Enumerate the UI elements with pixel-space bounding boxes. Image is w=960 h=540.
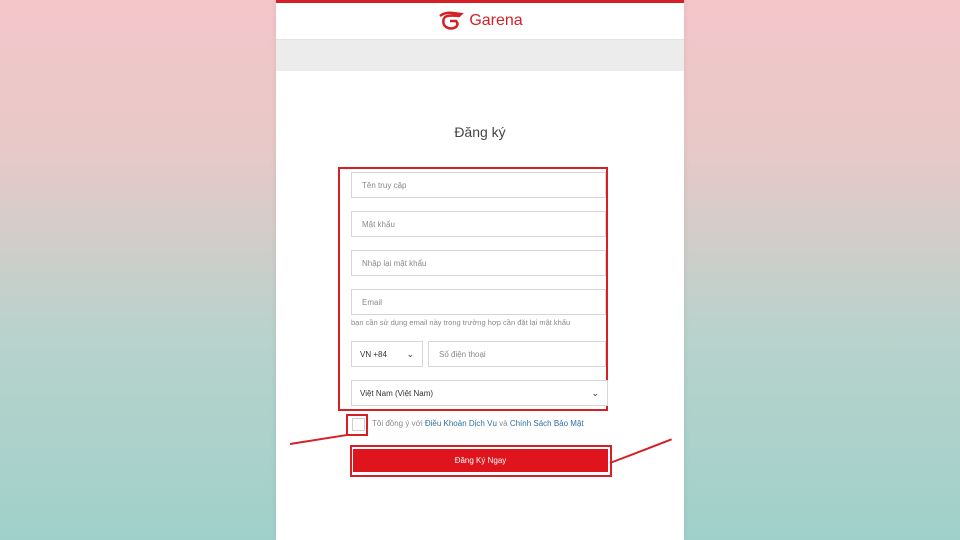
agree-text: Tôi đồng ý với Điều Khoản Dịch Vụ và Chí… <box>372 419 584 428</box>
country-select[interactable]: Việt Nam (Việt Nam) ⌄ <box>351 380 608 406</box>
site-header: Garena <box>276 3 684 40</box>
username-input[interactable] <box>351 172 606 198</box>
email-hint: bạn cần sử dụng email này trong trường h… <box>351 318 571 327</box>
agree-prefix: Tôi đồng ý với <box>372 419 423 428</box>
terms-link[interactable]: Điều Khoản Dịch Vụ <box>425 419 497 428</box>
agree-and: và <box>499 419 508 428</box>
chevron-down-icon: ⌄ <box>406 348 414 359</box>
phone-code-value: VN +84 <box>360 349 387 359</box>
email-input[interactable] <box>351 289 606 315</box>
password-input[interactable] <box>351 211 606 237</box>
chevron-down-icon: ⌄ <box>591 387 599 398</box>
password-confirm-input[interactable] <box>351 250 606 276</box>
phone-input[interactable] <box>428 341 606 367</box>
privacy-link[interactable]: Chính Sách Bảo Mật <box>510 419 584 428</box>
phone-code-select[interactable]: VN +84 ⌄ <box>351 341 423 367</box>
page-title: Đăng ký <box>454 124 506 140</box>
country-value: Việt Nam (Việt Nam) <box>360 388 434 398</box>
agree-checkbox[interactable] <box>352 418 365 431</box>
register-button[interactable]: Đăng Ký Ngay <box>353 449 608 472</box>
garena-logo[interactable]: Garena <box>437 11 523 31</box>
brand-name: Garena <box>469 12 523 29</box>
header-band <box>276 40 684 71</box>
garena-logo-icon <box>439 11 465 30</box>
